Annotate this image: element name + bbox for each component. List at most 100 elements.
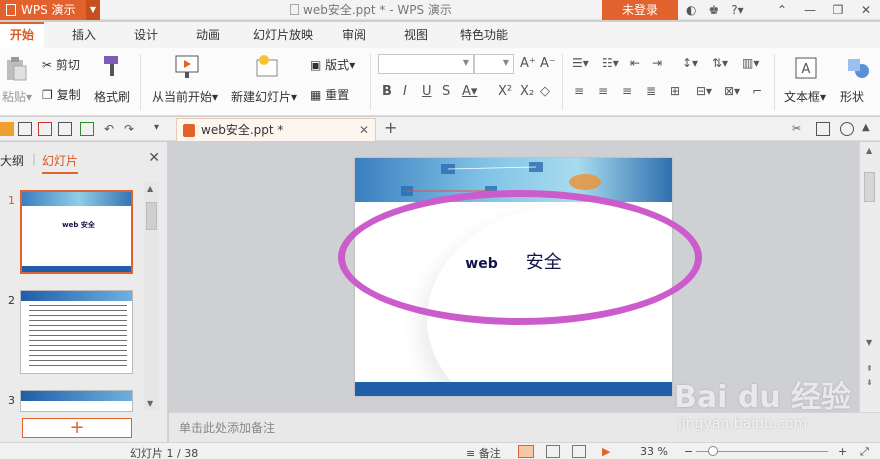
close-icon[interactable]: ✕ <box>852 0 880 20</box>
play-from-current-button[interactable]: 从当前开始▾ <box>152 88 218 105</box>
text-direction-icon[interactable]: ⇅▾ <box>712 56 728 70</box>
increase-indent-icon[interactable]: ⇥ <box>652 56 662 70</box>
format-painter-icon[interactable] <box>100 54 124 78</box>
document-tab[interactable]: web安全.ppt * ✕ <box>176 118 376 141</box>
view-normal-icon[interactable] <box>816 122 830 136</box>
align-left-icon[interactable]: ≡ <box>574 84 584 98</box>
tab-home[interactable]: 开始 <box>0 22 44 48</box>
align-center-icon[interactable]: ≡ <box>598 84 608 98</box>
bold-icon[interactable]: B <box>382 84 392 99</box>
font-name-select[interactable]: ▼ <box>378 54 474 74</box>
close-panel-icon[interactable]: ✕ <box>148 150 160 166</box>
tab-slides[interactable]: 幻灯片 <box>42 152 79 174</box>
wps-menu-button[interactable]: WPS 演示 ▼ <box>0 0 100 20</box>
tools-icon[interactable]: ✂ <box>792 122 806 136</box>
paste-button[interactable]: 粘贴▾ <box>2 88 32 105</box>
format-painter-button[interactable]: 格式刷 <box>94 88 130 105</box>
scroll-up-icon[interactable]: ▲ <box>866 146 872 155</box>
titlebar-icons: ◐ ♚ ?▾ <box>686 0 744 20</box>
line-spacing-icon[interactable]: ↕▾ <box>682 56 698 70</box>
scroll-down-icon[interactable]: ▼ <box>147 399 153 408</box>
view-read-icon[interactable] <box>840 122 854 136</box>
save-icon[interactable] <box>18 122 32 136</box>
vertical-align-icon[interactable]: ⊠▾ <box>724 84 740 98</box>
chevron-down-icon[interactable]: ▼ <box>86 0 100 20</box>
window-controls: ⌃ — ❐ ✕ <box>768 0 880 20</box>
layout-button[interactable]: ▣ 版式▾ <box>310 56 355 73</box>
skin-icon[interactable]: ◐ <box>686 3 696 17</box>
login-button[interactable]: 未登录 <box>602 0 678 20</box>
new-tab-icon[interactable]: + <box>384 118 397 137</box>
underline-icon[interactable]: U <box>422 84 432 99</box>
tab-view[interactable]: 视图 <box>394 22 438 48</box>
subscript-icon[interactable]: X₂ <box>520 84 534 99</box>
undo-icon[interactable]: ↶ <box>104 122 118 136</box>
copy-button[interactable]: ❐ 复制 <box>42 86 81 103</box>
tab-insert[interactable]: 插入 <box>62 22 106 48</box>
restore-icon[interactable]: ❐ <box>824 0 852 20</box>
slide-thumbnail[interactable] <box>20 390 133 412</box>
tab-outline[interactable]: 大纲 <box>0 152 24 169</box>
paragraph-settings-icon[interactable]: ⌐ <box>752 84 762 98</box>
cut-button[interactable]: ✂ 剪切 <box>42 56 80 73</box>
distribute-icon[interactable]: ⊞ <box>670 84 680 98</box>
numbered-list-icon[interactable]: ☷▾ <box>602 56 619 70</box>
tab-animation[interactable]: 动画 <box>186 22 230 48</box>
new-slide-button[interactable]: 新建幻灯片▾ <box>231 88 297 105</box>
increase-font-icon[interactable]: A⁺ <box>520 56 536 71</box>
thumb-number: 2 <box>8 294 15 307</box>
scroll-down-icon[interactable]: ▼ <box>866 338 872 347</box>
print-preview-icon[interactable] <box>80 122 94 136</box>
add-slide-button[interactable]: + <box>22 418 132 438</box>
minimize-icon[interactable]: — <box>796 0 824 20</box>
print-icon[interactable] <box>58 122 72 136</box>
clear-format-icon[interactable]: ◇ <box>540 84 550 99</box>
new-slide-icon[interactable] <box>254 54 280 80</box>
slide-thumbnail[interactable] <box>20 290 133 374</box>
textbox-icon[interactable]: A <box>794 56 818 80</box>
wps-doc-icon <box>6 4 16 16</box>
slide-sorter-icon[interactable] <box>546 445 560 458</box>
superscript-icon[interactable]: X² <box>498 84 512 99</box>
scroll-up-icon[interactable]: ▲ <box>147 184 153 193</box>
tab-slideshow[interactable]: 幻灯片放映 <box>248 22 318 48</box>
columns-icon[interactable]: ▥▾ <box>742 56 759 70</box>
decrease-font-icon[interactable]: A⁻ <box>540 56 556 71</box>
redo-icon[interactable]: ↷ <box>124 122 138 136</box>
tab-review[interactable]: 审阅 <box>332 22 376 48</box>
tab-design[interactable]: 设计 <box>124 22 168 48</box>
paste-icon[interactable] <box>4 56 28 82</box>
font-color-icon[interactable]: A▾ <box>462 84 477 99</box>
notes-toggle-button[interactable]: ≡ 备注 <box>466 445 501 459</box>
font-size-select[interactable]: ▼ <box>474 54 514 74</box>
tab-special-features[interactable]: 特色功能 <box>454 22 514 48</box>
play-slideshow-icon[interactable]: ▶ <box>602 445 610 458</box>
decrease-indent-icon[interactable]: ⇤ <box>630 56 640 70</box>
normal-view-icon[interactable] <box>518 445 534 458</box>
italic-icon[interactable]: I <box>403 84 407 99</box>
shirt-icon[interactable]: ♚ <box>708 3 719 17</box>
shape-icon[interactable] <box>846 56 870 80</box>
collapse-ribbon-icon[interactable]: ⌃ <box>768 0 796 20</box>
slide-thumbnail[interactable]: web 安全 <box>20 190 133 274</box>
svg-text:A: A <box>802 62 811 77</box>
shadow-icon[interactable]: S <box>442 84 450 99</box>
reading-view-icon[interactable] <box>572 445 586 458</box>
open-folder-icon[interactable] <box>0 122 14 136</box>
align-right-icon[interactable]: ≡ <box>622 84 632 98</box>
export-pdf-icon[interactable] <box>38 122 52 136</box>
justify-icon[interactable]: ≣ <box>646 84 656 98</box>
chevron-up-icon[interactable]: ▲ <box>862 122 876 136</box>
close-tab-icon[interactable]: ✕ <box>359 119 369 141</box>
help-button[interactable]: ?▾ <box>731 3 743 17</box>
align-text-icon[interactable]: ⊟▾ <box>696 84 712 98</box>
thumbnail-scrollbar[interactable]: ▲ ▼ <box>144 182 159 410</box>
play-from-current-icon[interactable] <box>174 54 200 80</box>
scroll-thumb[interactable] <box>146 202 157 230</box>
textbox-button[interactable]: 文本框▾ <box>784 88 826 105</box>
shape-button[interactable]: 形状 <box>840 88 864 105</box>
scroll-thumb[interactable] <box>864 172 875 202</box>
reset-button[interactable]: ▦ 重置 <box>310 86 349 103</box>
customize-toolbar-icon[interactable]: ▾ <box>154 122 168 136</box>
bullet-list-icon[interactable]: ☰▾ <box>572 56 589 70</box>
